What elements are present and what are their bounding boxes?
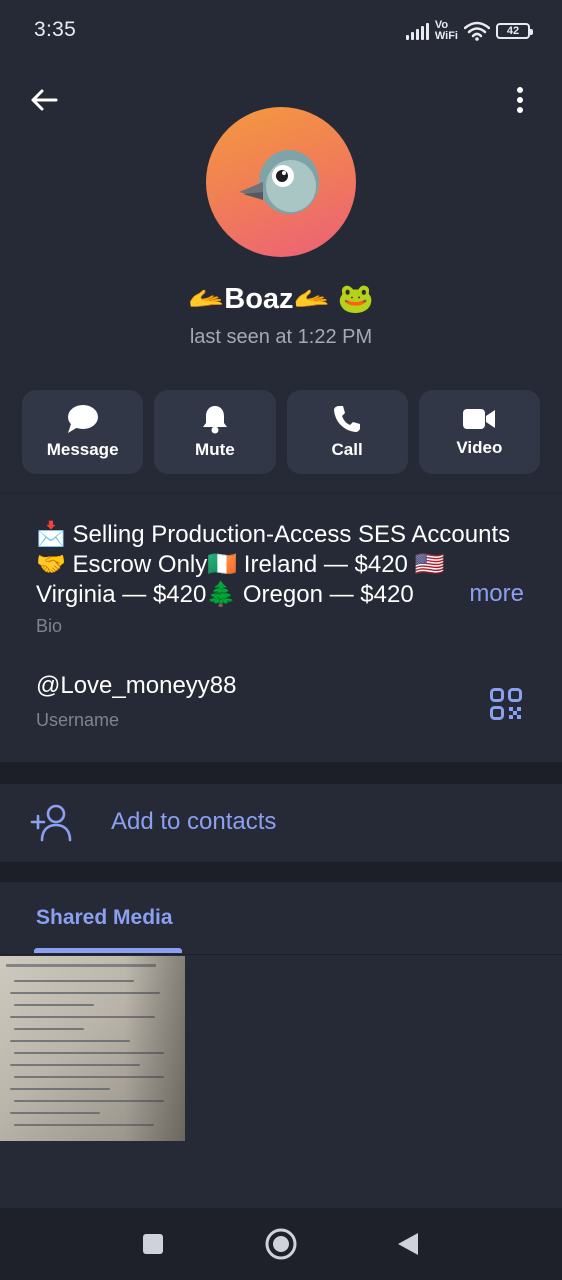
username-caption: Username [36,710,120,730]
phone-icon [334,406,361,432]
bio-caption: Bio [36,616,63,636]
call-button[interactable]: Call [286,390,408,474]
arrow-left-icon [31,89,58,111]
qr-code-icon [490,688,522,720]
battery-level: 42 [506,25,520,37]
back-button[interactable] [24,80,64,120]
mute-label: Mute [195,440,235,459]
battery-icon: 42 [496,23,533,39]
more-options-button[interactable] [500,80,540,120]
wifi-icon [464,21,490,41]
info-card: 📩 Selling Production-Access SES Accounts… [0,494,562,762]
section-divider [0,762,562,784]
vowifi-bottom: WiFi [434,30,458,42]
bio-more-link[interactable]: more [429,580,524,608]
square-icon [143,1234,163,1254]
section-divider [0,862,562,882]
profile-name: 🫴Boaz🫴 🐸 [188,283,374,315]
chat-bubble-icon [67,405,98,433]
message-button[interactable]: Message [22,390,144,474]
bird-emoji-icon [239,150,319,214]
profile-header: 🫴Boaz🫴 🐸 last seen at 1:22 PM Message Mu… [0,60,562,492]
tab-shared-media[interactable]: Shared Media [36,906,173,930]
message-label: Message [46,440,119,459]
thumbnail-shadow [125,956,185,1141]
add-to-contacts-label: Add to contacts [111,808,277,835]
triangle-back-icon [398,1233,418,1255]
media-thumbnail[interactable] [0,956,185,1141]
status-bar: 3:35 Vo WiFi 42 [0,0,562,60]
avatar[interactable] [206,107,356,257]
vowifi-indicator: Vo WiFi [435,20,458,42]
vertical-dots-icon [517,87,523,113]
recents-button[interactable] [135,1226,171,1262]
system-nav-bar [0,1208,562,1280]
last-seen-status: last seen at 1:22 PM [189,326,373,348]
add-to-contacts-button[interactable]: Add to contacts [0,784,562,862]
qr-code-button[interactable] [486,684,526,724]
username-value[interactable]: @Love_moneyy88 [36,672,236,700]
home-button[interactable] [263,1226,299,1262]
status-icons: Vo WiFi 42 [405,16,533,46]
status-time: 3:35 [34,18,77,41]
back-nav-button[interactable] [390,1226,426,1262]
mute-button[interactable]: Mute [154,390,276,474]
add-user-icon [30,804,72,842]
bell-icon [202,406,227,434]
video-label: Video [456,438,503,457]
signal-icon [405,22,429,40]
shared-media-section: Shared Media [0,882,562,1208]
action-row: Message Mute Call Video [22,390,540,474]
video-button[interactable]: Video [418,390,540,474]
tab-indicator [34,948,182,953]
video-camera-icon [463,409,496,429]
tab-underline [0,954,562,955]
call-label: Call [331,440,363,459]
home-circle-icon [265,1228,297,1260]
